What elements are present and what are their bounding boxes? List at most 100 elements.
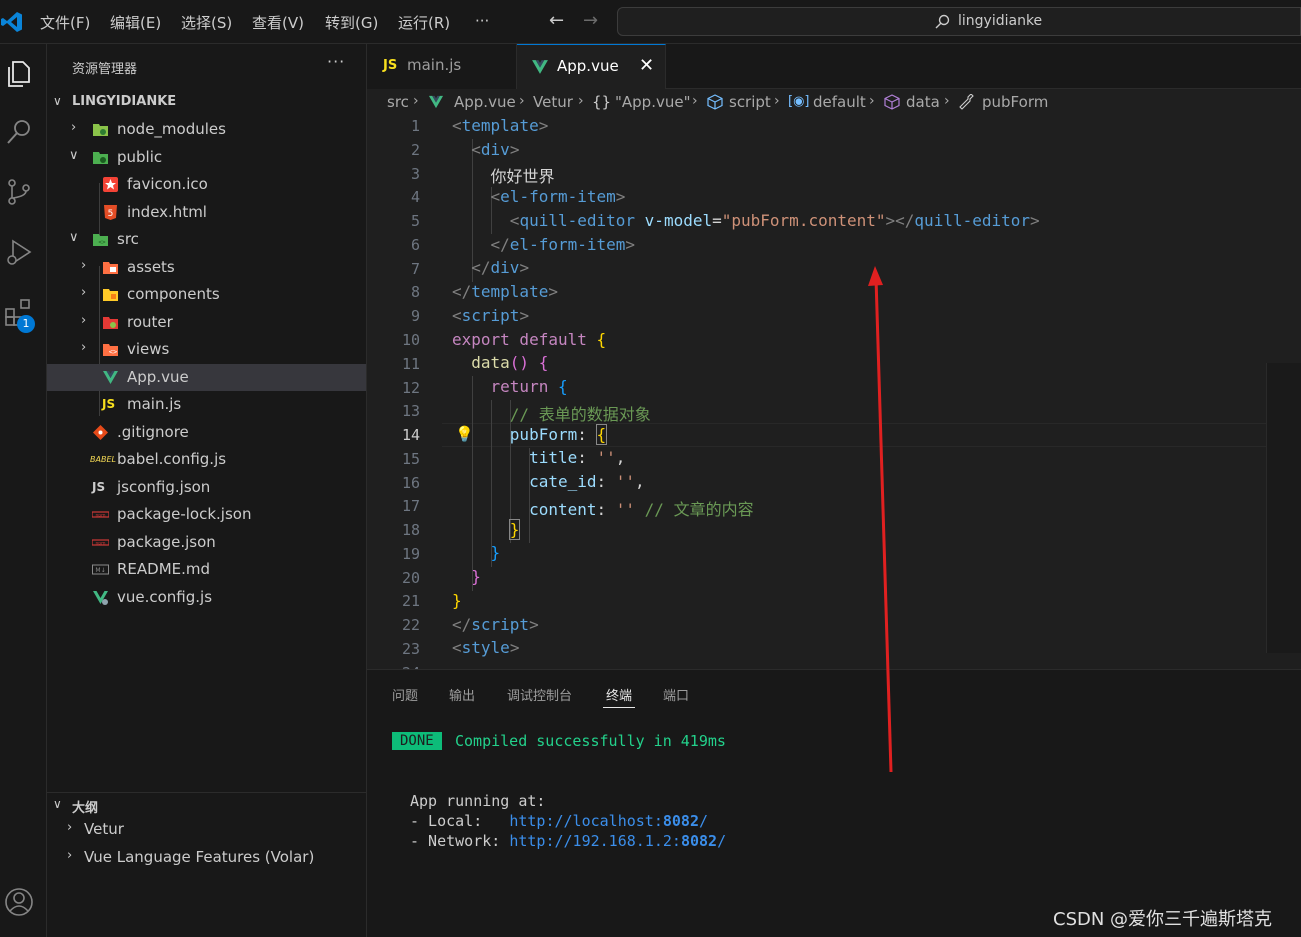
sidebar-title: 资源管理器	[72, 62, 138, 77]
tree-item-gitignore[interactable]: .gitignore	[47, 419, 366, 446]
line-number-active: 14	[401, 426, 420, 444]
tree-item-readme[interactable]: M↓ README.md	[47, 556, 366, 583]
network-url-link[interactable]: http://192.168.1.2:	[509, 832, 681, 850]
tree-item-jsconfig[interactable]: JS jsconfig.json	[47, 474, 366, 501]
tree-item-app-vue[interactable]: App.vue	[47, 364, 366, 391]
menu-selection[interactable]: 选择(S)	[181, 12, 232, 33]
line-number: 23	[401, 640, 420, 658]
code-token: // 文章的内容	[644, 500, 754, 519]
breadcrumb-script[interactable]: script	[729, 93, 771, 111]
code-line: 你好世界	[452, 163, 555, 187]
menu-more[interactable]: ···	[475, 12, 489, 30]
tree-item-package-json[interactable]: npm package.json	[47, 529, 366, 556]
menu-view[interactable]: 查看(V)	[252, 12, 304, 33]
breadcrumb-vetur[interactable]: Vetur	[533, 93, 573, 111]
tree-item-label: favicon.ico	[127, 175, 208, 193]
terminal-label: - Local:	[410, 812, 510, 830]
tree-item-index-html[interactable]: 5 index.html	[47, 199, 366, 226]
tree-item-node-modules[interactable]: › node_modules	[47, 116, 366, 143]
source-control-icon[interactable]	[3, 176, 35, 208]
line-number: 4	[410, 188, 420, 206]
forward-arrow-icon[interactable]: →	[583, 10, 598, 31]
tree-item-vue-config[interactable]: vue.config.js	[47, 584, 366, 611]
code-token: export default	[452, 330, 587, 349]
minimap-slider[interactable]	[1266, 363, 1301, 653]
variable-icon: [◉]	[788, 94, 810, 109]
menu-edit[interactable]: 编辑(E)	[110, 12, 161, 33]
breadcrumb-pubform[interactable]: pubForm	[982, 93, 1048, 111]
line-number: 22	[401, 616, 420, 634]
code-editor[interactable]: 💡 1 2 3 4 5 6 7 8 9 10 11 12 13 14 15 16…	[367, 115, 1301, 669]
outline-item-vetur[interactable]: › Vetur	[47, 816, 366, 843]
code-token: el-form-item	[509, 235, 626, 254]
panel-tab-ports[interactable]: 端口	[663, 685, 689, 704]
vscode-logo-icon[interactable]	[0, 10, 24, 34]
menu-run[interactable]: 运行(R)	[398, 12, 450, 33]
panel-tab-debug-console[interactable]: 调试控制台	[507, 685, 572, 704]
code-line: <style>	[452, 638, 520, 657]
more-actions-icon[interactable]: ···	[327, 52, 345, 71]
code-line: </el-form-item>	[490, 235, 636, 254]
run-debug-icon[interactable]	[3, 236, 35, 268]
account-icon[interactable]	[3, 886, 35, 918]
chevron-right-icon: ›	[81, 258, 87, 273]
outline-header[interactable]: ∨ 大纲	[47, 792, 367, 816]
tree-item-main-js[interactable]: JS main.js	[47, 391, 366, 418]
tree-item-router[interactable]: › router	[47, 309, 366, 336]
breadcrumb-src[interactable]: src	[387, 93, 409, 111]
tab-main-js[interactable]: JS main.js	[367, 44, 517, 89]
tree-item-assets[interactable]: › assets	[47, 254, 366, 281]
panel-tab-output[interactable]: 输出	[449, 685, 475, 704]
chevron-right-icon: ›	[71, 120, 77, 135]
line-number: 17	[401, 497, 420, 515]
code-token: pubForm	[509, 425, 578, 444]
tree-item-views[interactable]: › <> views	[47, 336, 366, 363]
code-line: // 表单的数据对象	[452, 401, 651, 425]
close-icon[interactable]: ✕	[639, 55, 654, 76]
svg-text:<>: <>	[109, 348, 117, 356]
search-icon[interactable]	[3, 116, 35, 148]
tab-label: main.js	[407, 56, 462, 74]
tree-item-babel-config[interactable]: BABEL babel.config.js	[47, 446, 366, 473]
line-number: 1	[410, 117, 420, 135]
code-token: el-form-item	[500, 187, 616, 206]
code-line: </template>	[452, 282, 558, 301]
back-arrow-icon[interactable]: ←	[549, 10, 564, 31]
menu-file[interactable]: 文件(F)	[40, 12, 90, 33]
breadcrumb-app-vue[interactable]: "App.vue"	[615, 93, 690, 111]
code-line: title: '',	[529, 448, 626, 467]
router-folder-icon	[103, 317, 118, 329]
vue-file-icon	[428, 95, 444, 109]
breadcrumb-default[interactable]: default	[813, 93, 866, 111]
local-port[interactable]: 8082	[663, 812, 699, 830]
command-center-search[interactable]: lingyidianke	[617, 7, 1301, 36]
menu-go[interactable]: 转到(G)	[325, 12, 378, 33]
tree-item-label: public	[117, 148, 163, 166]
outline-item-volar[interactable]: › Vue Language Features (Volar)	[47, 844, 366, 871]
project-folder-header[interactable]: ∨ LINGYIDIANKE	[47, 92, 367, 114]
svg-text:npm: npm	[95, 514, 105, 519]
tree-item-public[interactable]: ∨ public	[47, 144, 366, 171]
search-icon	[935, 14, 950, 29]
outline-title: 大纲	[72, 801, 99, 816]
tab-app-vue[interactable]: App.vue ✕	[517, 44, 666, 89]
local-url-link[interactable]: http://localhost:	[509, 812, 663, 830]
tree-item-package-lock[interactable]: npm package-lock.json	[47, 501, 366, 528]
tree-item-src[interactable]: ∨ <> src	[47, 226, 366, 253]
network-port[interactable]: 8082	[681, 832, 717, 850]
breadcrumb-data[interactable]: data	[906, 93, 940, 111]
javascript-file-icon: JS	[383, 58, 398, 73]
line-number: 19	[401, 545, 420, 563]
code-line: data() {	[471, 353, 549, 372]
panel-tab-problems[interactable]: 问题	[392, 685, 418, 704]
tree-item-components[interactable]: › components	[47, 281, 366, 308]
svg-text:<>: <>	[98, 239, 106, 246]
method-cube-icon	[884, 94, 900, 110]
terminal-local-line: - Local: http://localhost:8082/	[410, 812, 708, 830]
svg-text:M↓: M↓	[95, 567, 105, 574]
tree-item-favicon[interactable]: favicon.ico	[47, 171, 366, 198]
explorer-files-icon[interactable]	[3, 58, 35, 90]
vue-file-icon	[103, 371, 118, 384]
breadcrumb-file[interactable]: App.vue	[454, 93, 516, 111]
panel-tab-terminal[interactable]: 终端	[606, 685, 632, 704]
